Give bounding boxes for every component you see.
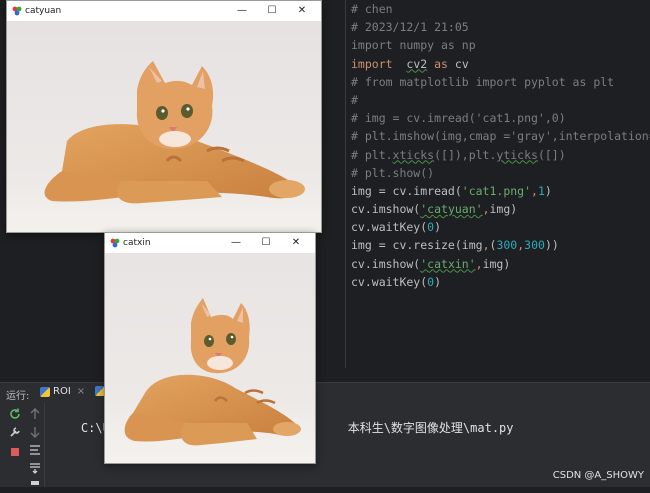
- code-token: # 2023/12/1 21:05: [351, 20, 469, 35]
- catyuan-title: catyuan: [25, 6, 62, 16]
- code-token: cv.imshow(: [351, 256, 421, 271]
- code-token: ,: [482, 238, 490, 253]
- code-token: img = cv.resize(img: [351, 238, 483, 253]
- code-token: import numpy as np: [351, 38, 476, 53]
- catxin-titlebar[interactable]: catxin — ☐ ✕: [105, 233, 315, 253]
- close-button[interactable]: ✕: [287, 1, 317, 21]
- code-token: ,: [531, 183, 538, 198]
- code-line[interactable]: cv.imshow('catxin',img): [351, 255, 650, 273]
- code-token: cv.waitKey(: [351, 220, 428, 235]
- code-token: ,: [475, 256, 483, 271]
- code-token: img = cv.imread(: [351, 183, 462, 198]
- minimize-button[interactable]: —: [221, 233, 251, 253]
- code-line[interactable]: # chen: [351, 0, 650, 18]
- code-token: 'catxin': [420, 256, 476, 271]
- run-tab-bar: 运行: ROI ×: [0, 383, 650, 403]
- code-line[interactable]: cv.imshow('catyuan',img): [351, 200, 650, 218]
- code-line[interactable]: import numpy as np: [351, 36, 650, 54]
- maximize-button[interactable]: ☐: [257, 1, 287, 21]
- catxin-window[interactable]: catxin — ☐ ✕: [104, 232, 316, 464]
- code-line[interactable]: import cv2 as cv: [351, 55, 650, 73]
- catyuan-titlebar[interactable]: catyuan — ☐ ✕: [7, 1, 321, 21]
- run-toolbar: [0, 403, 45, 487]
- code-token: cv.imshow(: [351, 202, 421, 217]
- opencv-app-icon: [12, 6, 22, 16]
- code-token: #: [351, 92, 358, 107]
- code-token: 'catyuan': [420, 202, 483, 217]
- code-token: ,: [482, 202, 490, 217]
- code-line[interactable]: cv.waitKey(0): [351, 218, 650, 236]
- run-tab-roi-label: ROI: [53, 386, 71, 397]
- code-token: 'cat1.png': [461, 183, 532, 198]
- code-line[interactable]: img = cv.imread('cat1.png',1): [351, 182, 650, 200]
- rerun-icon[interactable]: [8, 407, 22, 421]
- code-token: xticks: [392, 147, 435, 162]
- code-line[interactable]: cv.waitKey(0): [351, 273, 650, 291]
- code-token: import: [351, 56, 393, 71]
- code-line[interactable]: #: [351, 91, 650, 109]
- catxin-image: [105, 253, 315, 463]
- code-line[interactable]: # img = cv.imread('cat1.png',0): [351, 109, 650, 127]
- code-token: # plt.show(): [351, 165, 435, 180]
- code-lines[interactable]: # chen # 2023/12/1 21:05 import numpy as n…: [351, 0, 650, 291]
- wrench-icon[interactable]: [8, 425, 22, 439]
- soft-wrap-icon[interactable]: [28, 443, 42, 457]
- code-line[interactable]: # plt.show(): [351, 164, 650, 182]
- arrow-up-icon[interactable]: [28, 407, 42, 421]
- code-token: img): [482, 256, 511, 271]
- code-token: yticks: [496, 147, 538, 162]
- opencv-app-icon: [110, 238, 120, 248]
- arrow-down-icon[interactable]: [28, 425, 42, 439]
- cat-photo: [105, 253, 315, 463]
- code-line[interactable]: # plt.xticks([]),plt.yticks([]): [351, 146, 650, 164]
- console-path-suffix: 本科生\数字图像处理\mat.py: [347, 421, 514, 435]
- run-label: 运行:: [6, 391, 30, 402]
- minimize-button[interactable]: —: [227, 1, 257, 21]
- code-token: ): [544, 183, 552, 198]
- code-token: )): [544, 238, 559, 253]
- code-token: img): [489, 202, 518, 217]
- print-icon[interactable]: [28, 479, 42, 493]
- code-token: ([]): [537, 147, 566, 162]
- run-tab-roi[interactable]: ROI ×: [40, 386, 85, 397]
- code-token: 1: [537, 183, 545, 198]
- python-file-icon: [40, 386, 50, 397]
- code-token: # img = cv.imread('cat1.png',0): [351, 111, 566, 126]
- run-panel: 运行: ROI × 本科生\数字图像处理\mat.py CSDN @A_SHOW…: [0, 382, 650, 487]
- csdn-watermark: CSDN @A_SHOWY: [552, 470, 644, 481]
- maximize-button[interactable]: ☐: [251, 233, 281, 253]
- code-token: as: [427, 56, 455, 71]
- code-token: cv: [454, 56, 469, 71]
- code-token: ([]),plt.: [434, 147, 497, 162]
- code-token: # from matplotlib import pyplot as plt: [351, 74, 615, 89]
- code-token: # plt.imshow(img,cmap ='gray',interpolat…: [351, 129, 650, 144]
- code-token: cv.waitKey(: [351, 274, 428, 289]
- close-button[interactable]: ✕: [281, 233, 311, 253]
- cat-photo: [7, 21, 321, 232]
- editor-gutter-divider: [345, 0, 346, 368]
- code-line[interactable]: # plt.imshow(img,cmap ='gray',interpolat…: [351, 127, 650, 145]
- scroll-to-end-icon[interactable]: [28, 461, 42, 475]
- code-token: # chen: [351, 2, 393, 16]
- code-token: ): [434, 274, 442, 289]
- code-line[interactable]: # 2023/12/1 21:05: [351, 18, 650, 36]
- close-tab-icon[interactable]: ×: [77, 386, 85, 397]
- stop-icon[interactable]: [8, 445, 22, 459]
- code-line[interactable]: # from matplotlib import pyplot as plt: [351, 73, 650, 91]
- code-line[interactable]: img = cv.resize(img,(300,300)): [351, 236, 650, 254]
- code-token: 300: [496, 238, 518, 253]
- code-token: cv2: [406, 56, 428, 71]
- catyuan-window[interactable]: catyuan — ☐ ✕: [6, 0, 322, 233]
- code-token: 300: [524, 238, 545, 253]
- catxin-title: catxin: [123, 238, 151, 248]
- code-token: # plt.: [351, 147, 393, 162]
- catyuan-image: [7, 21, 321, 232]
- code-token: ): [434, 220, 442, 235]
